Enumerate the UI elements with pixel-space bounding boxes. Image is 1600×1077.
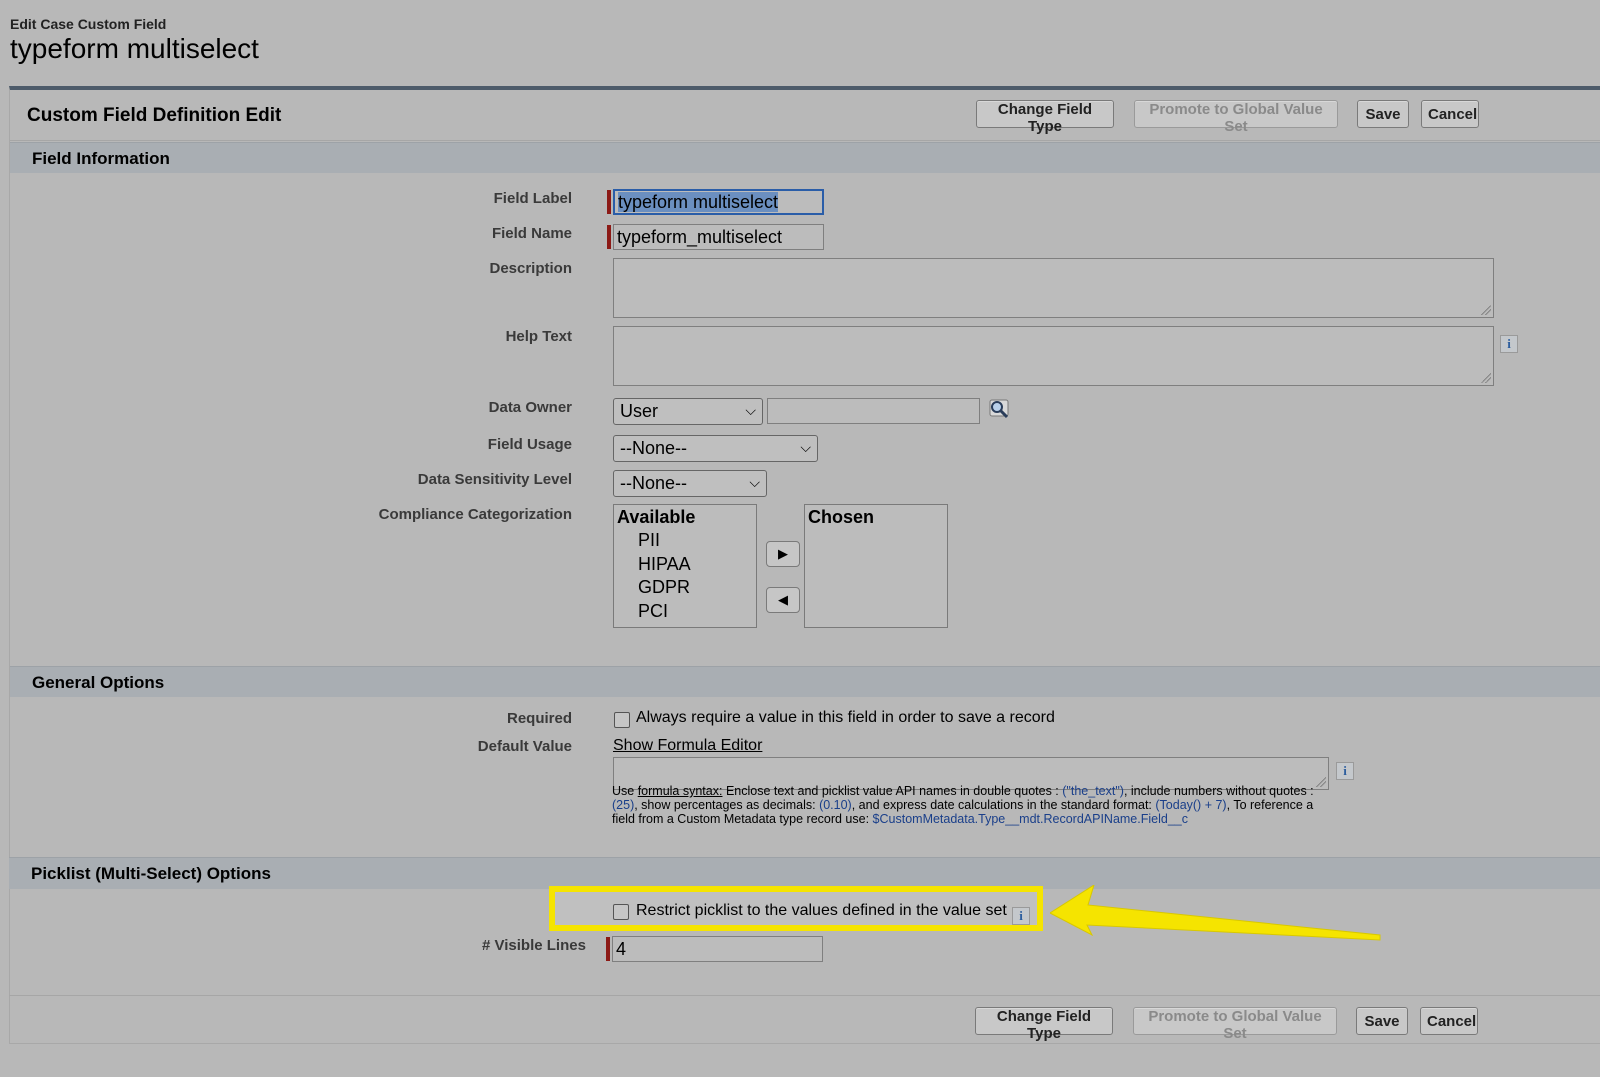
promote-global-value-set-button-top[interactable]: Promote to Global Value Set: [1134, 100, 1338, 135]
required-indicator: [607, 225, 611, 249]
field-label-value: typeform multiselect: [618, 192, 779, 212]
triangle-left-icon: ◀: [778, 592, 788, 607]
formula-syntax-link[interactable]: formula syntax:: [638, 784, 723, 798]
field-label-input[interactable]: typeform multiselect: [613, 189, 824, 215]
page-header: Edit Case Custom Field typeform multisel…: [10, 16, 259, 66]
help-example: (0.10): [819, 798, 852, 812]
restrict-picklist-checkbox[interactable]: [613, 904, 629, 920]
field-usage-select[interactable]: --None-- ⌵: [613, 435, 818, 462]
data-sensitivity-value: --None--: [620, 473, 688, 493]
help-segment: Use: [612, 784, 638, 798]
help-text-textarea[interactable]: [613, 326, 1494, 386]
chosen-header: Chosen: [808, 507, 875, 527]
description-textarea[interactable]: [613, 258, 1494, 318]
list-option[interactable]: PII: [617, 529, 753, 553]
field-name-label: Field Name: [491, 225, 572, 242]
section-heading: Field Information: [32, 149, 170, 168]
restrict-picklist-text: Restrict picklist to the values defined …: [636, 902, 1007, 919]
list-option[interactable]: HIPAA: [617, 553, 753, 577]
triangle-right-icon: ▶: [778, 546, 788, 561]
default-value-label: Default Value: [477, 738, 572, 755]
save-button-top[interactable]: Save: [1357, 100, 1409, 128]
visible-lines-label: # Visible Lines: [482, 937, 586, 954]
page-subtitle: Edit Case Custom Field: [10, 16, 167, 32]
change-field-type-button-bottom[interactable]: Change Field Type: [975, 1007, 1113, 1042]
change-field-type-button-top[interactable]: Change Field Type: [976, 100, 1114, 135]
list-option[interactable]: GDPR: [617, 576, 753, 600]
required-indicator: [607, 190, 611, 214]
cancel-button-top[interactable]: Cancel: [1421, 100, 1479, 128]
data-sensitivity-label: Data Sensitivity Level: [417, 471, 572, 488]
required-indicator: [606, 937, 610, 961]
help-segment: , show percentages as decimals:: [634, 798, 820, 812]
section-field-information: Field Information: [10, 142, 1600, 173]
compliance-available-list[interactable]: Available PII HIPAA GDPR PCI: [613, 504, 757, 628]
info-icon[interactable]: i: [1012, 907, 1030, 925]
move-left-button[interactable]: ◀: [766, 587, 800, 613]
info-icon[interactable]: i: [1336, 762, 1354, 780]
divider: [10, 140, 1600, 141]
description-label: Description: [489, 260, 572, 277]
help-segment: , and express date calculations in the s…: [851, 798, 1156, 812]
cancel-button-bottom[interactable]: Cancel: [1420, 1007, 1478, 1035]
data-owner-type-value: User: [620, 401, 659, 421]
formula-help-text: Use formula syntax: Enclose text and pic…: [612, 784, 1332, 826]
page-title: typeform multiselect: [10, 33, 259, 64]
help-example: (Today() + 7): [1155, 798, 1227, 812]
required-checkbox[interactable]: [614, 712, 630, 728]
required-label: Required: [506, 710, 572, 727]
field-usage-label: Field Usage: [487, 436, 572, 453]
field-name-input[interactable]: typeform_multiselect: [613, 224, 824, 250]
yellow-arrow-annotation: [1049, 883, 1390, 950]
move-right-button[interactable]: ▶: [766, 541, 800, 567]
panel-title: Custom Field Definition Edit: [27, 105, 282, 126]
compliance-chosen-list[interactable]: Chosen: [804, 504, 948, 628]
promote-global-value-set-button-bottom[interactable]: Promote to Global Value Set: [1133, 1007, 1337, 1042]
save-button-bottom[interactable]: Save: [1356, 1007, 1408, 1035]
field-usage-value: --None--: [620, 438, 688, 458]
list-option[interactable]: PCI: [617, 600, 753, 624]
section-general-options: General Options: [10, 666, 1600, 697]
divider: [9, 995, 1600, 996]
show-formula-editor-link[interactable]: Show Formula Editor: [613, 737, 762, 755]
help-segment: Enclose text and picklist value API name…: [722, 784, 1063, 798]
help-segment: , include numbers without quotes :: [1123, 784, 1314, 798]
magnifier-lookup-icon[interactable]: [987, 398, 1011, 422]
data-owner-lookup-input[interactable]: [767, 398, 980, 424]
info-icon[interactable]: i: [1500, 335, 1518, 353]
field-label-label: Field Label: [493, 190, 572, 207]
available-header: Available: [617, 507, 696, 527]
compliance-label: Compliance Categorization: [378, 506, 572, 523]
chevron-down-icon: ⌵: [800, 439, 811, 455]
data-owner-type-select[interactable]: User ⌵: [613, 398, 763, 425]
chevron-down-icon: ⌵: [745, 402, 756, 418]
chevron-down-icon: ⌵: [749, 474, 760, 490]
data-owner-label: Data Owner: [488, 399, 572, 416]
help-example: $CustomMetadata.Type__mdt.RecordAPIName.…: [872, 812, 1188, 826]
visible-lines-input[interactable]: 4: [612, 936, 823, 962]
help-text-label: Help Text: [505, 328, 572, 345]
help-example: ("the_text"): [1062, 784, 1124, 798]
help-example: (25): [612, 798, 635, 812]
section-heading: General Options: [32, 673, 165, 692]
data-sensitivity-select[interactable]: --None-- ⌵: [613, 470, 767, 497]
resize-grip-icon[interactable]: [1481, 305, 1491, 315]
resize-grip-icon[interactable]: [1481, 373, 1491, 383]
required-checkbox-text: Always require a value in this field in …: [636, 709, 1055, 726]
section-heading: Picklist (Multi-Select) Options: [31, 864, 271, 883]
